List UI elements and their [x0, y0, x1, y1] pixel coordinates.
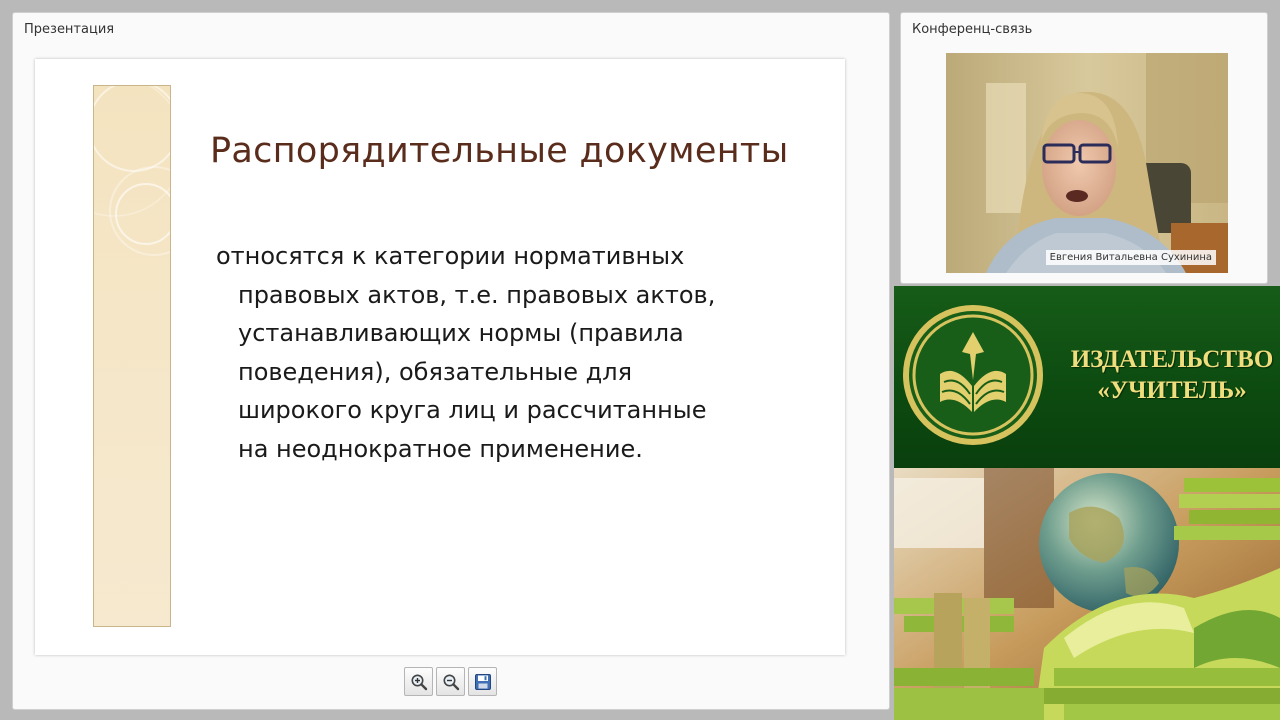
zoom-in-button[interactable]: [404, 667, 433, 696]
slide-body-line: относятся к категории нормативных: [216, 242, 685, 270]
zoom-out-icon: [443, 674, 459, 690]
decorative-circles-icon: [94, 86, 170, 256]
conference-panel-title: Конференц-связь: [912, 22, 1033, 37]
library-books-globe-image: [894, 468, 1280, 720]
publisher-name-line1: ИЗДАТЕЛЬСТВО: [1070, 346, 1274, 373]
slide-body-line: правовых актов, т.е. правовых актов,: [238, 280, 716, 309]
speaker-video-frame: [946, 53, 1228, 273]
slide-body-line: поведения), обязательные для: [238, 357, 633, 386]
presentation-panel: Презентация Распорядительные документы о…: [12, 12, 890, 710]
presentation-panel-title: Презентация: [24, 22, 115, 37]
slide-body-line: широкого круга лиц и рассчитанные: [238, 396, 707, 424]
floppy-disk-icon: [474, 673, 491, 690]
zoom-out-button[interactable]: [436, 667, 465, 696]
speaker-name-label: Евгения Витальевна Сухинина: [1045, 250, 1216, 265]
slide: Распорядительные документы относятся к к…: [35, 59, 845, 655]
slide-body: относятся к категории нормативных правов…: [216, 237, 776, 468]
publisher-name-line2: «УЧИТЕЛЬ»: [1097, 377, 1247, 404]
publisher-name: ИЗДАТЕЛЬСТВО «УЧИТЕЛЬ»: [1064, 344, 1280, 406]
zoom-in-icon: [411, 674, 427, 690]
slide-title: Распорядительные документы: [210, 131, 789, 171]
slide-toolbar: [404, 667, 497, 697]
library-illustration: [894, 468, 1280, 720]
book-emblem-icon: [903, 305, 1043, 445]
publisher-banner: ИЗДАТЕЛЬСТВО «УЧИТЕЛЬ»: [894, 286, 1280, 468]
speaker-video[interactable]: Евгения Витальевна Сухинина: [946, 53, 1228, 273]
slide-body-line: на неоднократное применение.: [238, 434, 643, 463]
conference-panel: Конференц-связь Евгения Витальевна Сухин…: [900, 12, 1268, 284]
slide-body-line: устанавливающих нормы (правила: [238, 319, 684, 347]
save-button[interactable]: [468, 667, 497, 696]
slide-decorative-stripe: [93, 85, 171, 627]
